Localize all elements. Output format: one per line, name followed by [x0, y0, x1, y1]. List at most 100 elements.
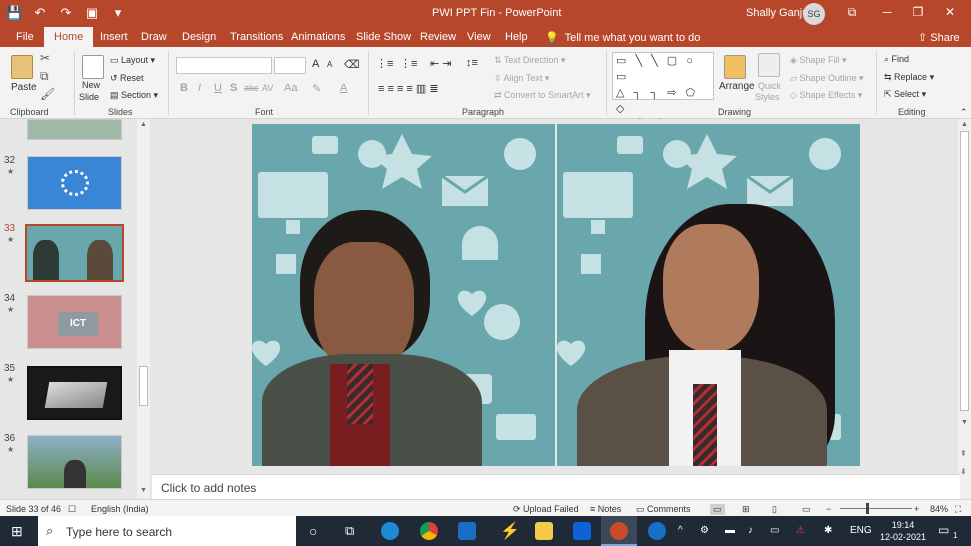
language-indicator[interactable]: ENG	[850, 525, 872, 536]
scroll-thumb[interactable]	[139, 366, 148, 406]
arrange-icon[interactable]	[724, 55, 746, 79]
paste-button[interactable]: Paste	[11, 82, 37, 93]
bold-button[interactable]: B	[180, 82, 188, 94]
notes-pane[interactable]: Click to add notes	[152, 474, 960, 499]
save-icon[interactable]: 💾	[6, 5, 22, 21]
tab-slide-show[interactable]: Slide Show	[356, 31, 411, 43]
indent-icon[interactable]: ⇤ ⇥	[430, 57, 452, 70]
scroll-down-icon[interactable]: ▼	[140, 487, 147, 494]
font-size-select[interactable]	[274, 57, 306, 74]
tab-view[interactable]: View	[467, 31, 491, 43]
new-slide-button[interactable]: New	[82, 80, 100, 90]
cut-icon[interactable]: ✂	[40, 51, 50, 65]
zoom-level[interactable]: 84%	[930, 504, 948, 514]
spellcheck-icon[interactable]: ☐	[68, 504, 76, 515]
tray-chevron-icon[interactable]: ^	[678, 525, 683, 536]
undo-icon[interactable]: ↶	[32, 5, 48, 21]
user-name[interactable]: Shally Ganju	[746, 7, 808, 19]
slide-sorter-icon[interactable]: ⊞	[742, 504, 750, 515]
replace-button[interactable]: ⇆ Replace ▾	[884, 72, 934, 83]
slide-thumbnail-35[interactable]	[27, 366, 122, 420]
app-icon[interactable]: ⚡	[500, 521, 520, 541]
task-view-icon[interactable]: ⧉	[345, 523, 354, 539]
share-button[interactable]: ⇧ Share	[918, 31, 960, 44]
shape-fill-button[interactable]: ◈ Shape Fill ▾	[790, 55, 846, 66]
shadow-button[interactable]: S	[230, 82, 237, 94]
normal-view-icon[interactable]: ▭	[710, 504, 725, 515]
tab-animations[interactable]: Animations	[291, 31, 345, 43]
italic-button[interactable]: I	[198, 82, 201, 94]
language-indicator[interactable]: English (India)	[91, 504, 149, 514]
cortana-icon[interactable]: ○	[309, 523, 317, 539]
upload-status[interactable]: ⟳ Upload Failed	[513, 504, 579, 515]
file-explorer-icon[interactable]	[535, 522, 553, 540]
windows-start-icon[interactable]: ⊞	[11, 523, 23, 540]
taskbar-clock[interactable]: 19:14 12-02-2021	[880, 519, 926, 543]
notes-button[interactable]: ≡ Notes	[590, 504, 621, 514]
chrome-icon[interactable]	[420, 522, 438, 540]
numbering-icon[interactable]: ⋮≡	[400, 57, 417, 70]
slide-thumbnail-31[interactable]	[27, 119, 122, 140]
taskbar-search[interactable]: ⌕ Type here to search	[38, 516, 296, 546]
quick-styles-button-2[interactable]: Styles	[755, 92, 780, 102]
scroll-thumb[interactable]	[960, 131, 969, 411]
slide-thumbnail-32[interactable]	[27, 156, 122, 210]
tab-review[interactable]: Review	[420, 31, 456, 43]
section-button[interactable]: ▤ Section ▾	[110, 90, 158, 101]
tab-insert[interactable]: Insert	[100, 31, 128, 43]
previous-slide-icon[interactable]: ⇞	[960, 449, 967, 458]
highlight-icon[interactable]: ✎	[312, 82, 321, 95]
ribbon-display-icon[interactable]: ⧉	[842, 5, 862, 20]
zoom-out-button[interactable]: −	[826, 504, 831, 514]
slideshow-view-icon[interactable]: ▭	[802, 504, 811, 515]
font-color-icon[interactable]: A	[340, 82, 347, 94]
comments-button[interactable]: ▭ Comments	[636, 504, 691, 515]
align-text-button[interactable]: ⇳ Align Text ▾	[494, 73, 549, 84]
line-spacing-icon[interactable]: ↕≡	[466, 57, 478, 69]
redo-icon[interactable]: ↷	[58, 5, 74, 21]
customize-qat-icon[interactable]: ▾	[110, 5, 126, 21]
convert-smartart-button[interactable]: ⇄ Convert to SmartArt ▾	[494, 90, 591, 101]
text-direction-button[interactable]: ⇅ Text Direction ▾	[494, 55, 565, 66]
slide-thumbnail-34[interactable]: ICT	[27, 295, 122, 349]
tab-home[interactable]: Home	[44, 27, 94, 47]
clear-format-icon[interactable]: ⌫	[344, 58, 360, 71]
notification-center-icon[interactable]: ▭	[938, 523, 949, 537]
tab-help[interactable]: Help	[505, 31, 528, 43]
battery-icon[interactable]: ▬	[725, 525, 735, 536]
shape-outline-button[interactable]: ▱ Shape Outline ▾	[790, 73, 864, 84]
reset-button[interactable]: ↺ Reset	[110, 73, 144, 84]
scroll-up-icon[interactable]: ▲	[140, 121, 147, 128]
security-icon[interactable]: ⚠	[796, 525, 805, 536]
shapes-gallery[interactable]: ▭ ╲ ╲ ▢ ○ ▭△ ┐ ┐ ⇨ ⬠ ◇↻ ⌒ ⌒ { } ☆	[612, 52, 714, 131]
reading-view-icon[interactable]: ▯	[772, 504, 777, 515]
tray-app-icon[interactable]: ⚙	[700, 525, 709, 536]
quick-styles-button[interactable]: Quick	[758, 81, 781, 91]
minimize-button[interactable]: ─	[877, 5, 897, 19]
edge-icon[interactable]	[381, 522, 399, 540]
bullets-icon[interactable]: ⋮≡	[376, 57, 393, 70]
quick-styles-icon[interactable]	[758, 53, 780, 77]
shrink-font-button[interactable]: A	[327, 60, 332, 69]
slide-scrollbar[interactable]: ▲ ▼ ⇞ ⇟	[958, 119, 971, 499]
maximize-button[interactable]: ❐	[908, 5, 928, 19]
avatar[interactable]: SG	[803, 3, 825, 25]
shape-effects-button[interactable]: ◇ Shape Effects ▾	[790, 90, 862, 101]
tab-design[interactable]: Design	[182, 31, 216, 43]
underline-button[interactable]: U	[214, 82, 222, 94]
strikethrough-button[interactable]: abc	[244, 83, 259, 93]
mail-icon[interactable]	[458, 522, 476, 540]
new-slide-button-2[interactable]: Slide	[79, 92, 99, 102]
tab-transitions[interactable]: Transitions	[230, 31, 283, 43]
fit-slide-icon[interactable]: ⛶	[955, 504, 961, 515]
present-icon[interactable]: ▣	[84, 5, 100, 21]
font-name-select[interactable]	[176, 57, 272, 74]
network-icon[interactable]: ▭	[770, 525, 779, 536]
zoom-slider-track[interactable]	[840, 508, 912, 509]
tell-me-search[interactable]: 💡 Tell me what you want to do	[545, 31, 700, 44]
zoom-slider-handle[interactable]	[866, 503, 869, 514]
copy-icon[interactable]: ⧉	[40, 69, 49, 84]
current-slide[interactable]	[252, 124, 860, 466]
arrange-button[interactable]: Arrange	[719, 81, 755, 92]
select-button[interactable]: ⇱ Select ▾	[884, 89, 926, 100]
